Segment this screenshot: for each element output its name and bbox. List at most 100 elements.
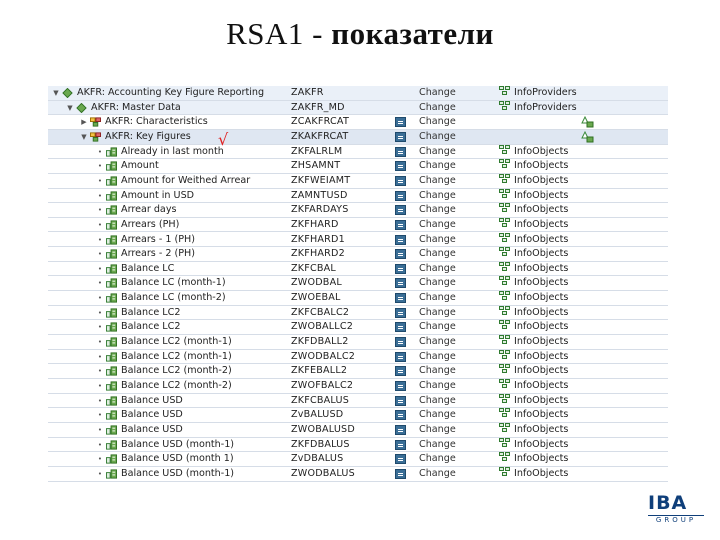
tree-expand-arrow[interactable]: ▼ [66, 101, 74, 116]
tree-node-label[interactable]: Balance LC2 [121, 306, 288, 321]
change-link[interactable]: Change [419, 291, 479, 306]
maintain-document-icon[interactable] [395, 293, 407, 304]
tree-node-label[interactable]: Arrear days [121, 203, 288, 218]
maintain-document-icon[interactable] [395, 395, 407, 406]
tree-row[interactable]: • Balance LC2 (month-1) ZWODBALC2 Change Inf… [48, 349, 668, 365]
tree-node-label[interactable]: Balance USD [121, 423, 288, 438]
change-link[interactable]: Change [419, 159, 479, 174]
change-link[interactable]: Change [419, 86, 479, 101]
maintain-document-icon[interactable] [395, 131, 407, 142]
maintain-document-icon[interactable] [395, 146, 407, 157]
change-link[interactable]: Change [419, 394, 479, 409]
tree-row[interactable]: • Arrears - 2 (PH) ZKFHARD2 Change InfoObjec… [48, 247, 668, 262]
change-link[interactable]: Change [419, 101, 479, 116]
tree-row[interactable]: • Balance LC2 ZWOBALLC2 Change InfoObjects [48, 320, 668, 336]
tree-row[interactable]: • Arrears - 1 (PH) ZKFHARD1 Change InfoObjec… [48, 232, 668, 248]
maintain-document-icon[interactable] [395, 351, 407, 362]
change-link[interactable]: Change [419, 233, 479, 248]
tree-row[interactable]: • Arrears (PH) ZKFHARD Change InfoObjects [48, 217, 668, 233]
tree-node-label[interactable]: Balance USD (month 1) [121, 452, 288, 467]
tree-node-label[interactable]: AKFR: Characteristics [105, 115, 288, 130]
maintain-document-icon[interactable] [395, 190, 407, 201]
tree-node-label[interactable]: Amount [121, 159, 288, 174]
maintain-document-icon[interactable] [395, 161, 407, 172]
change-link[interactable]: Change [419, 145, 479, 160]
tree-row[interactable]: • Balance USD ZvBALUSD Change InfoObjects [48, 408, 668, 423]
change-link[interactable]: Change [419, 174, 479, 189]
maintain-document-icon[interactable] [395, 117, 407, 128]
tree-row[interactable]: • Amount ZHSAMNT Change InfoObjects [48, 159, 668, 174]
tree-node-label[interactable]: Balance USD (month-1) [121, 438, 288, 453]
change-link[interactable]: Change [419, 423, 479, 438]
maintain-document-icon[interactable] [395, 219, 407, 230]
infoprovider-tree[interactable]: ▼ AKFR: Accounting Key Figure Reporting ZA… [48, 86, 668, 484]
tree-node-label[interactable]: Balance LC2 (month-1) [121, 335, 288, 350]
maintain-document-icon[interactable] [395, 205, 407, 216]
tree-row[interactable]: • Balance LC2 (month-2) ZWOFBALC2 Change Inf… [48, 379, 668, 394]
tree-row[interactable]: ▼ AKFR: Key Figures ZKAKFRCAT Change [48, 129, 668, 145]
maintain-document-icon[interactable] [395, 366, 407, 377]
tree-row[interactable]: • Balance USD ZWOBALUSD Change InfoObjects [48, 422, 668, 438]
tree-node-label[interactable]: Arrears - 2 (PH) [121, 247, 288, 262]
tree-node-label[interactable]: Balance LC (month-2) [121, 291, 288, 306]
tree-node-label[interactable]: Arrears - 1 (PH) [121, 233, 288, 248]
maintain-document-icon[interactable] [395, 381, 407, 391]
maintain-document-icon[interactable] [395, 234, 407, 245]
tree-node-label[interactable]: AKFR: Accounting Key Figure Reporting [77, 86, 288, 101]
tree-node-label[interactable]: Amount for Weithed Arrear [121, 174, 288, 189]
maintain-document-icon[interactable] [395, 439, 407, 450]
maintain-document-icon[interactable] [395, 337, 407, 348]
tree-row[interactable]: • Balance USD (month 1) ZvDBALUS Change Info… [48, 452, 668, 467]
tree-row[interactable]: • Balance LC2 ZKFCBALC2 Change InfoObjects [48, 305, 668, 321]
tree-row[interactable]: • Balance LC2 (month-2) ZKFEBALL2 Change Inf… [48, 364, 668, 379]
tree-node-label[interactable]: Balance LC (month-1) [121, 276, 288, 291]
tree-node-label[interactable]: Arrears (PH) [121, 218, 288, 233]
tree-node-label[interactable]: Balance USD [121, 408, 288, 423]
maintain-document-icon[interactable] [395, 278, 407, 289]
change-link[interactable]: Change [419, 452, 479, 467]
maintain-document-icon[interactable] [395, 322, 407, 333]
maintain-document-icon[interactable] [395, 307, 407, 318]
change-link[interactable]: Change [419, 467, 479, 482]
tree-node-label[interactable]: Already in last month [121, 145, 288, 160]
change-link[interactable]: Change [419, 350, 479, 365]
maintain-document-icon[interactable] [395, 410, 407, 421]
change-link[interactable]: Change [419, 262, 479, 277]
tree-node-label[interactable]: Balance LC2 [121, 320, 288, 335]
tree-node-label[interactable]: AKFR: Key Figures [105, 130, 288, 145]
tree-row[interactable]: • Balance LC (month-1) ZWODBAL Change InfoOb… [48, 276, 668, 292]
tree-expand-arrow[interactable]: ▼ [52, 86, 60, 101]
change-link[interactable]: Change [419, 203, 479, 218]
change-link[interactable]: Change [419, 438, 479, 453]
tree-expand-arrow[interactable]: ▶ [80, 115, 88, 130]
tree-node-label[interactable]: AKFR: Master Data [91, 101, 288, 116]
tree-row[interactable]: • Balance LC ZKFCBAL Change InfoObjects [48, 261, 668, 277]
change-link[interactable]: Change [419, 306, 479, 321]
tree-node-label[interactable]: Balance LC [121, 262, 288, 277]
change-link[interactable]: Change [419, 335, 479, 350]
change-link[interactable]: Change [419, 276, 479, 291]
change-link[interactable]: Change [419, 379, 479, 394]
change-link[interactable]: Change [419, 408, 479, 423]
tree-row[interactable]: • Amount for Weithed Arrear ZKFWEIAMT Chang… [48, 173, 668, 189]
maintain-document-icon[interactable] [395, 424, 407, 435]
tree-expand-arrow[interactable]: ▼ [80, 130, 88, 145]
tree-row[interactable]: • Balance USD (month-1) ZKFDBALUS Change Inf… [48, 437, 668, 453]
change-link[interactable]: Change [419, 130, 479, 145]
maintain-document-icon[interactable] [395, 263, 407, 274]
tree-row[interactable]: ▼ AKFR: Master Data ZAKFR_MD Change InfoProv… [48, 100, 668, 116]
tree-row[interactable]: ▼ AKFR: Accounting Key Figure Reporting ZA… [48, 86, 668, 101]
change-link[interactable]: Change [419, 320, 479, 335]
tree-row[interactable]: • Balance USD ZKFCBALUS Change InfoObjects [48, 393, 668, 409]
tree-row[interactable]: • Balance LC2 (month-1) ZKFDBALL2 Change Inf… [48, 335, 668, 350]
tree-row[interactable]: • Balance LC (month-2) ZWOEBAL Change InfoOb… [48, 291, 668, 306]
maintain-document-icon[interactable] [395, 468, 407, 479]
tree-node-label[interactable]: Balance USD [121, 394, 288, 409]
tree-row[interactable]: • Already in last month ZKFALRLM Change Info… [48, 144, 668, 160]
tree-node-label[interactable]: Balance USD (month-1) [121, 467, 288, 482]
tree-row[interactable]: • Balance USD (month-1) ZWODBALUS Change Inf… [48, 466, 668, 482]
tree-row[interactable]: ▶ AKFR: Characteristics ZCAKFRCAT Change [48, 115, 668, 130]
tree-node-label[interactable]: Amount in USD [121, 189, 288, 204]
change-link[interactable]: Change [419, 189, 479, 204]
tree-node-label[interactable]: Balance LC2 (month-2) [121, 379, 288, 394]
